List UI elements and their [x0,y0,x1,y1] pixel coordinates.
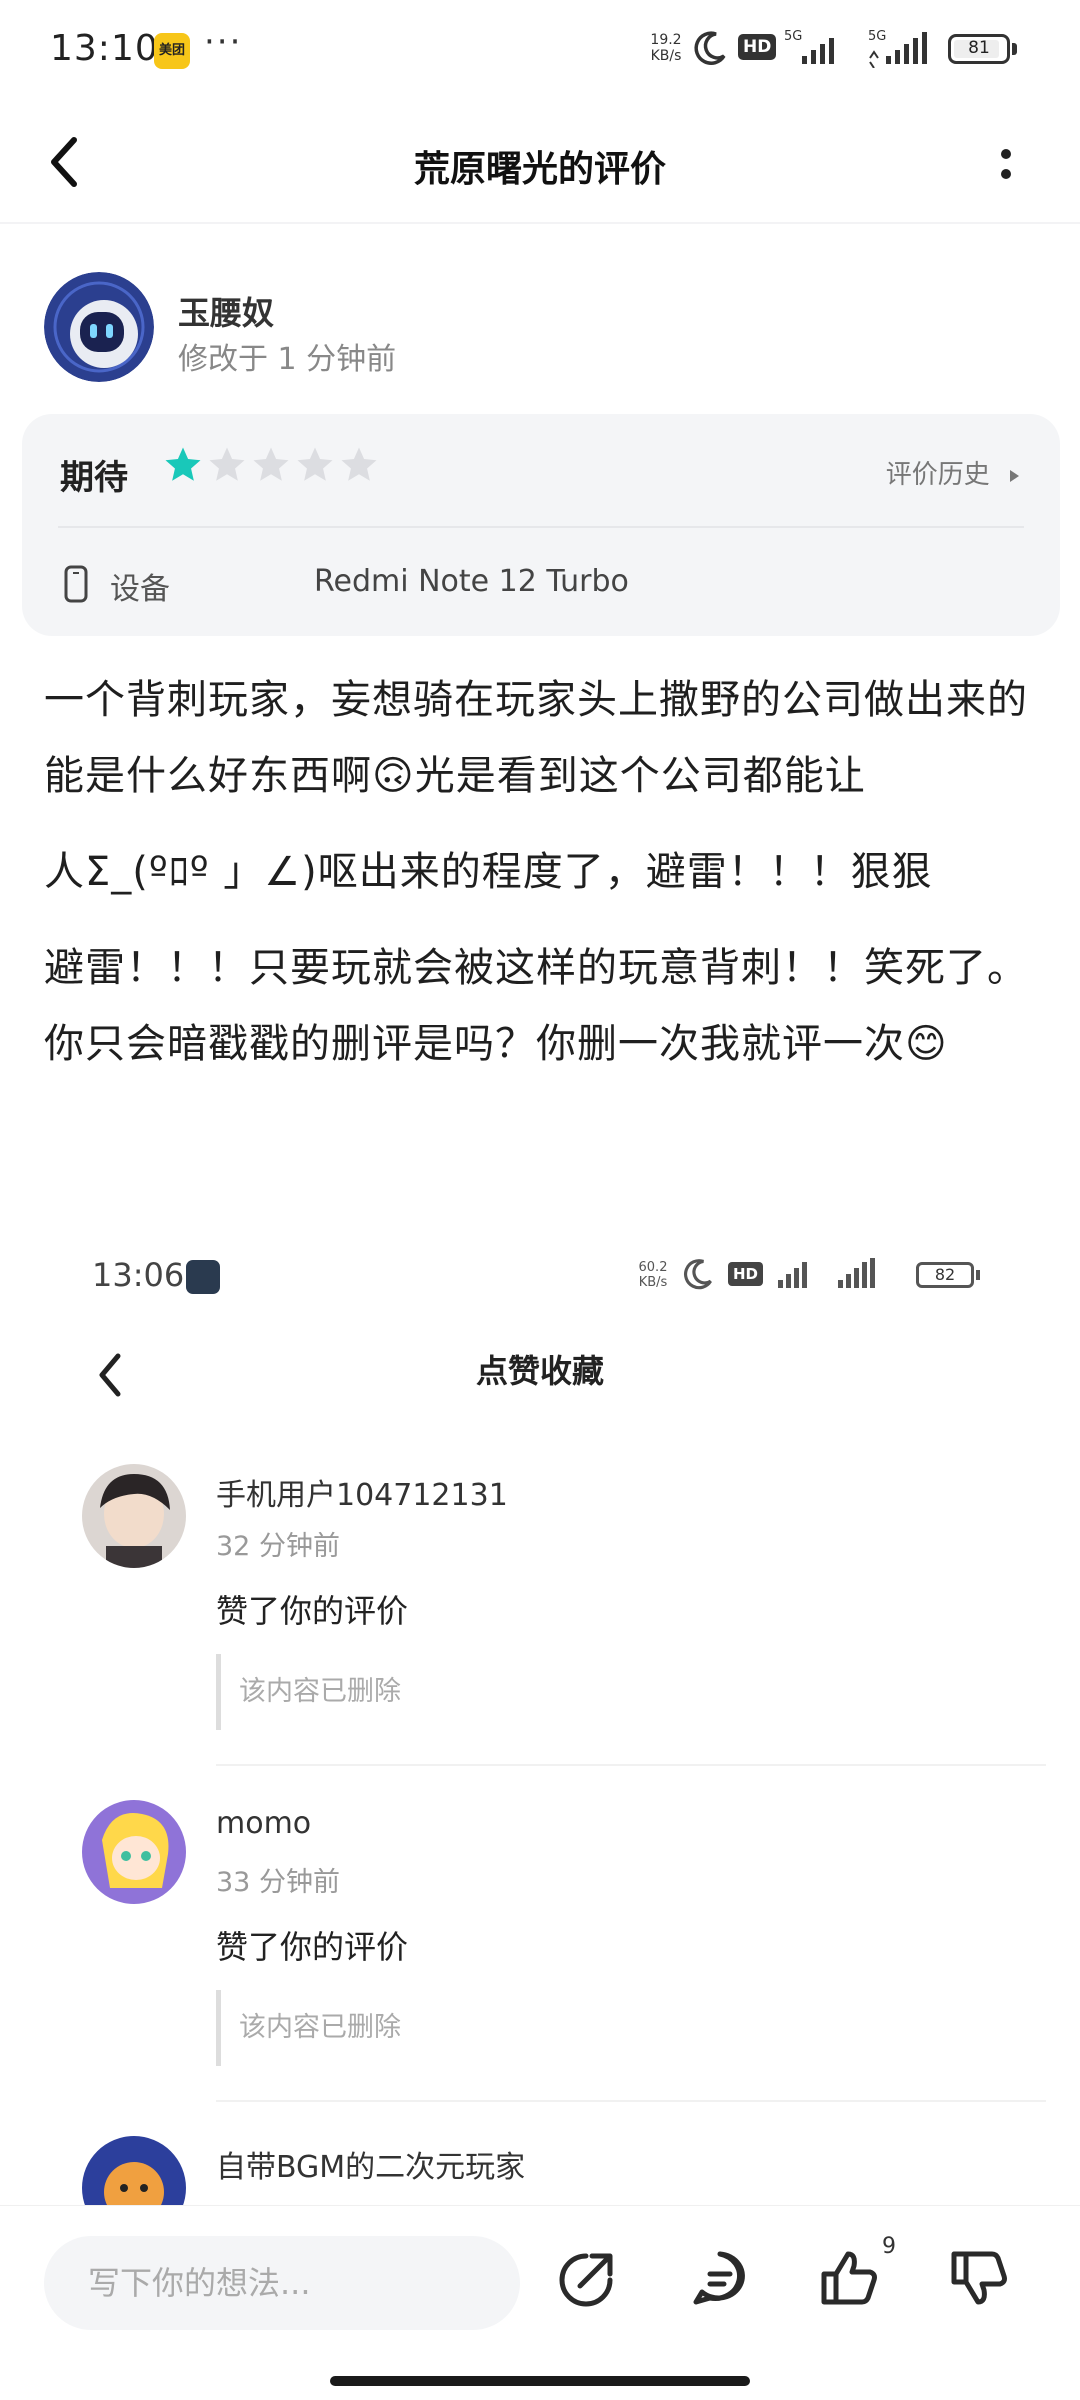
list-item: momo 33 分钟前 赞了你的评价 该内容已删除 [82,1800,1046,2120]
page-title: 荒原曙光的评价 [413,149,666,190]
hd-voice-icon: HD [728,1262,764,1286]
review-paragraph: 一个背刺玩家，妄想骑在玩家头上撒野的公司做出来的能是什么好东西啊🙃光是看到这个公… [44,677,1028,799]
thumbs-down-icon[interactable] [948,2246,1012,2310]
notification-action: 赞了你的评价 [216,1928,409,1966]
star-icon [253,447,289,481]
divider [0,222,1080,224]
battery-level: 82 [916,1262,974,1288]
notification-user: momo [216,1806,312,1841]
rating-card: 期待 评价历史 设备 Redmi Note 12 Turbo [22,414,1060,636]
network-speed-value: 19.2 [650,32,682,48]
notification-user: 自带BGM的二次元玩家 [216,2150,526,2185]
like-count: 9 [882,2234,896,2259]
do-not-disturb-icon [684,1259,712,1290]
review-paragraph: 人Σ_(ºﾛº 」∠)呕出来的程度了，避雷！！！狠狠 [44,849,933,895]
signal-icon: 5G [782,28,852,72]
battery-icon: 81 [948,34,1010,64]
avatar [82,1800,186,1904]
device-label: 设备 [110,572,170,607]
modified-time: 修改于 1 分钟前 [178,342,397,377]
embedded-page-title: 点赞收藏 [475,1352,604,1390]
thumbs-up-icon[interactable] [818,2246,882,2310]
signal-2-label: 5G [868,29,886,44]
deleted-content-quote: 该内容已删除 [216,1654,1046,1730]
star-icon [209,447,245,481]
avatar[interactable] [44,272,154,382]
review-body: 一个背刺玩家，妄想骑在玩家头上撒野的公司做出来的能是什么好东西啊🙃光是看到这个公… [44,662,1040,1102]
avatar [82,2136,186,2210]
avatar [82,1464,186,1568]
notification-time: 32 分钟前 [216,1531,340,1562]
network-speed-unit: KB/s [650,48,682,64]
review-author[interactable]: 玉腰奴 修改于 1 分钟前 [44,272,1044,382]
do-not-disturb-icon [694,31,726,65]
star-icon [341,447,377,481]
comment-icon[interactable] [688,2246,752,2310]
embedded-network-speed-value: 60.2 [638,1260,668,1275]
comment-input[interactable]: 写下你的想法... [44,2236,520,2330]
star-rating [162,444,380,486]
device-value: Redmi Note 12 Turbo [314,564,629,599]
status-time: 13:10 [50,28,159,69]
rating-history-link[interactable]: 评价历史 [886,454,1024,491]
meituan-app-icon: 美团 [154,33,190,69]
notification-action: 赞了你的评价 [216,1592,409,1630]
app-icon [186,1260,220,1294]
signal-icon [778,1258,875,1288]
status-bar: 13:10 美团 ··· 19.2 KB/s HD 5G 5G 81 [0,0,1080,100]
embedded-network-speed-unit: KB/s [638,1275,668,1290]
notification-user: 手机用户104712131 [216,1478,508,1513]
embedded-network-speed: 60.2 KB/s [636,1260,670,1290]
nav-bar: 荒原曙光的评价 [0,110,1080,220]
list-item: 自带BGM的二次元玩家 [82,2136,1042,2210]
phone-icon [64,565,88,603]
bottom-action-bar: 写下你的想法... 9 [0,2205,1080,2400]
divider [216,2100,1046,2102]
share-icon[interactable] [556,2246,620,2310]
hd-voice-icon: HD [738,34,777,60]
signal-icon: 5G [866,28,946,72]
attached-screenshot[interactable]: 13:06 60.2 KB/s HD 82 点赞收藏 手机用户104712131… [0,1210,1080,2210]
list-item: 手机用户104712131 32 分钟前 赞了你的评价 该内容已删除 [82,1464,1046,1784]
notification-time: 33 分钟前 [216,1867,340,1898]
star-icon [165,447,201,481]
rating-label: 期待 [60,458,128,498]
home-indicator[interactable] [330,2376,750,2386]
star-icon [297,447,333,481]
embedded-status-time: 13:06 [92,1256,185,1294]
battery-level: 81 [968,38,990,58]
network-speed: 19.2 KB/s [646,32,686,64]
more-vertical-icon[interactable] [996,142,1016,192]
play-arrow-icon [1010,469,1019,482]
deleted-content-quote: 该内容已删除 [216,1990,1046,2066]
more-notifications-icon: ··· [204,22,243,62]
signal-1-label: 5G [784,29,802,44]
divider [58,526,1024,528]
review-paragraph: 避雷！！！只要玩就会被这样的玩意背刺！！笑死了。你只会暗戳戳的删评是吗？你删一次… [44,945,1028,1067]
rating-history-label: 评价历史 [885,460,990,490]
author-name[interactable]: 玉腰奴 [178,288,274,334]
divider [216,1764,1046,1766]
